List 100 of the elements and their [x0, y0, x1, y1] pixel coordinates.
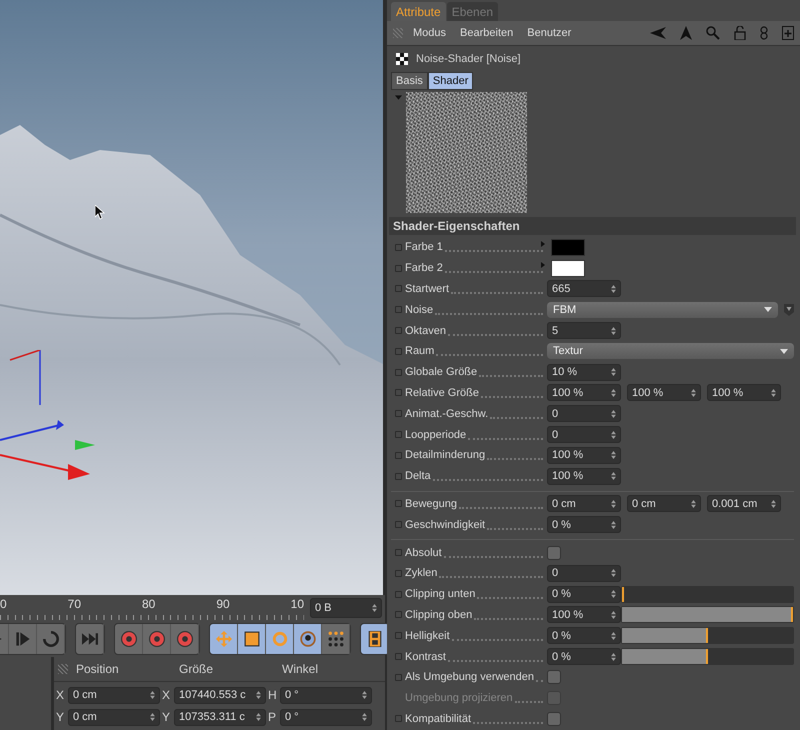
- lock-icon[interactable]: [734, 26, 746, 40]
- parameter-label: Kontrast: [405, 650, 446, 663]
- spinner-arrows-icon[interactable]: [611, 520, 616, 529]
- slider-fill[interactable]: [622, 628, 708, 644]
- spinner-arrows-icon[interactable]: [611, 500, 616, 508]
- object-title: Noise-Shader [Noise]: [416, 53, 521, 65]
- spinner-arrows-icon[interactable]: [771, 500, 776, 508]
- dropdown-caret-icon[interactable]: [764, 307, 772, 312]
- number-field[interactable]: 0 cm: [627, 495, 701, 512]
- number-field[interactable]: 0: [547, 405, 621, 422]
- parameter-label: Delta: [405, 470, 431, 482]
- spinner-arrows-icon[interactable]: [771, 388, 776, 397]
- number-field[interactable]: 0.001 cm: [707, 495, 781, 512]
- parameter-label: Absolut: [405, 546, 442, 559]
- position-field[interactable]: 0 cm: [68, 686, 160, 704]
- up-arrow-icon[interactable]: [680, 26, 692, 40]
- spinner-arrows-icon[interactable]: [611, 632, 616, 640]
- dropdown[interactable]: FBM: [547, 302, 778, 318]
- column-header: Größe: [179, 662, 214, 676]
- frame-field[interactable]: 0 B: [310, 598, 382, 618]
- expand-triangle-icon[interactable]: [541, 240, 545, 247]
- parameter-label: Clipping oben: [405, 608, 472, 621]
- number-field[interactable]: 100 %: [547, 384, 621, 402]
- number-field[interactable]: 5: [547, 322, 621, 340]
- color-swatch[interactable]: [551, 238, 585, 256]
- dropdown[interactable]: Textur: [547, 343, 794, 360]
- number-field[interactable]: 100 %: [627, 384, 701, 402]
- sub-tab[interactable]: Shader: [428, 72, 474, 90]
- number-field[interactable]: 0 %: [547, 586, 621, 603]
- column-header: Position: [76, 662, 120, 676]
- checkbox[interactable]: [547, 670, 561, 684]
- number-field[interactable]: 100 %: [547, 606, 621, 624]
- parameter-label: Umgebung projizieren: [405, 692, 513, 704]
- number-field[interactable]: 100 %: [547, 468, 621, 485]
- spinner-arrows-icon[interactable]: [362, 713, 367, 721]
- number-field[interactable]: 100 %: [547, 446, 621, 464]
- menu-item[interactable]: Benutzer: [527, 27, 572, 39]
- spinner-arrows-icon[interactable]: [611, 410, 616, 418]
- parameter-label: Bewegung: [405, 498, 457, 510]
- number-field[interactable]: 0: [547, 426, 621, 444]
- viewport[interactable]: [0, 0, 385, 595]
- position-field[interactable]: 0 cm: [68, 708, 160, 726]
- spinner-arrows-icon[interactable]: [256, 713, 261, 721]
- spinner-arrows-icon[interactable]: [611, 430, 616, 439]
- parameter-label: Relative Größe: [405, 386, 479, 399]
- spinner-arrows-icon[interactable]: [611, 472, 616, 480]
- number-field[interactable]: 10 %: [547, 364, 621, 381]
- dropdown-caret-icon[interactable]: [780, 348, 788, 354]
- checkbox[interactable]: [547, 546, 561, 560]
- parameter-label: Animat.-Geschw.: [405, 408, 488, 420]
- number-field[interactable]: 0 %: [547, 516, 621, 534]
- size-field[interactable]: 107440.553 c: [174, 686, 266, 704]
- spinner-arrows-icon[interactable]: [611, 590, 616, 598]
- menu-item[interactable]: Modus: [413, 27, 446, 39]
- expand-triangle-icon[interactable]: [541, 262, 545, 268]
- number-field[interactable]: 0 cm: [547, 495, 621, 512]
- new-panel-icon[interactable]: [782, 26, 794, 40]
- spinner-arrows-icon[interactable]: [372, 604, 377, 612]
- collapse-triangle-icon[interactable]: [395, 95, 402, 100]
- spinner-arrows-icon[interactable]: [691, 388, 696, 397]
- spinner-arrows-icon[interactable]: [611, 388, 616, 397]
- parameter-label: Clipping unten: [405, 588, 476, 600]
- parameter-label: Farbe 1: [405, 241, 443, 254]
- spinner-arrows-icon[interactable]: [150, 713, 155, 721]
- checkbox[interactable]: [547, 712, 561, 726]
- number-field[interactable]: 0 %: [547, 627, 621, 644]
- spinner-arrows-icon[interactable]: [611, 652, 616, 661]
- spinner-arrows-icon[interactable]: [611, 569, 616, 578]
- angle-field[interactable]: 0 °: [280, 708, 372, 726]
- axis-label: P: [268, 710, 278, 724]
- menu-item[interactable]: Bearbeiten: [460, 27, 514, 39]
- preset-icon[interactable]: [784, 304, 794, 316]
- number-field[interactable]: 665: [547, 280, 621, 298]
- spinner-arrows-icon[interactable]: [611, 284, 616, 293]
- spinner-arrows-icon[interactable]: [611, 451, 616, 460]
- spinner-arrows-icon[interactable]: [611, 326, 616, 335]
- spinner-arrows-icon[interactable]: [611, 368, 616, 376]
- spinner-arrows-icon[interactable]: [362, 691, 367, 699]
- search-icon[interactable]: [706, 26, 720, 40]
- back-arrow-icon[interactable]: [650, 26, 666, 40]
- spinner-arrows-icon[interactable]: [691, 500, 696, 508]
- parameter-label: Startwert: [405, 282, 450, 295]
- color-swatch[interactable]: [551, 260, 585, 277]
- spinner-arrows-icon[interactable]: [256, 691, 261, 699]
- number-field[interactable]: 100 %: [707, 384, 781, 402]
- parameter-icon: [300, 631, 316, 647]
- angle-field[interactable]: 0 °: [280, 686, 372, 704]
- spinner-arrows-icon[interactable]: [611, 610, 616, 619]
- axis-label: Y: [162, 710, 172, 724]
- dots-grid-button[interactable]: [322, 624, 350, 654]
- sub-tab[interactable]: Basis: [391, 72, 428, 90]
- column-header: Winkel: [282, 662, 320, 676]
- number-field[interactable]: 0 %: [547, 648, 621, 666]
- slider-fill[interactable]: [622, 649, 708, 664]
- link-icon[interactable]: [760, 26, 768, 40]
- size-field[interactable]: 107353.311 c: [174, 708, 266, 726]
- spinner-arrows-icon[interactable]: [150, 691, 155, 699]
- number-field[interactable]: 0: [547, 564, 621, 582]
- circle-dot-icon: [148, 631, 164, 647]
- axis-label: X: [162, 688, 172, 702]
